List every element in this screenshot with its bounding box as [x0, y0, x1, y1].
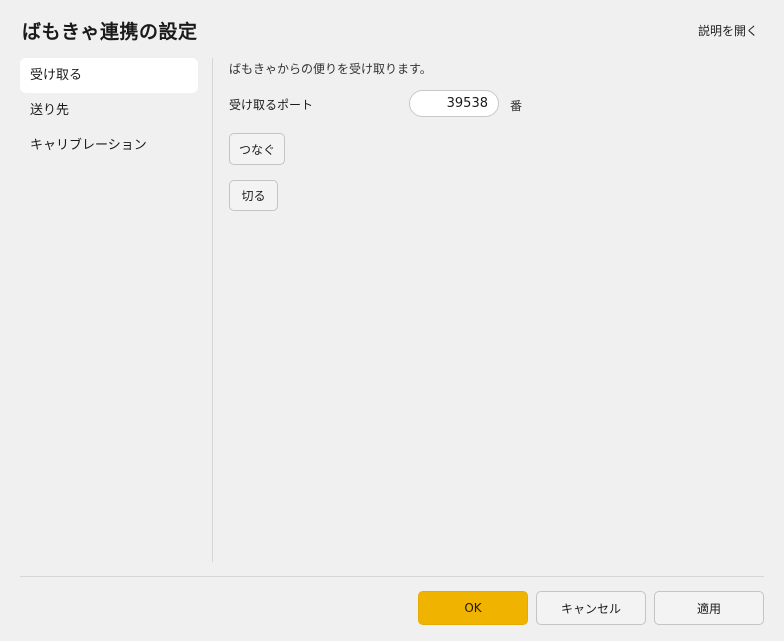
- connect-button[interactable]: つなぐ: [229, 133, 285, 165]
- port-unit: 番: [510, 99, 523, 113]
- sidebar: 受け取る 送り先 キャリブレーション: [20, 58, 198, 163]
- sidebar-item-receive[interactable]: 受け取る: [20, 58, 198, 93]
- sidebar-item-destination[interactable]: 送り先: [20, 93, 198, 128]
- help-link[interactable]: 説明を開く: [698, 22, 758, 39]
- vertical-divider: [212, 58, 213, 562]
- ok-button[interactable]: OK: [418, 591, 528, 625]
- apply-button[interactable]: 適用: [654, 591, 764, 625]
- dialog-title: ばもきゃ連携の設定: [22, 21, 198, 43]
- port-input[interactable]: [409, 90, 499, 117]
- receive-description: ばもきゃからの便りを受け取ります。: [229, 62, 432, 76]
- cancel-button[interactable]: キャンセル: [536, 591, 646, 625]
- sidebar-item-calibration[interactable]: キャリブレーション: [20, 128, 198, 163]
- disconnect-button[interactable]: 切る: [229, 180, 278, 211]
- footer-divider: [20, 576, 764, 577]
- port-label: 受け取るポート: [229, 98, 314, 112]
